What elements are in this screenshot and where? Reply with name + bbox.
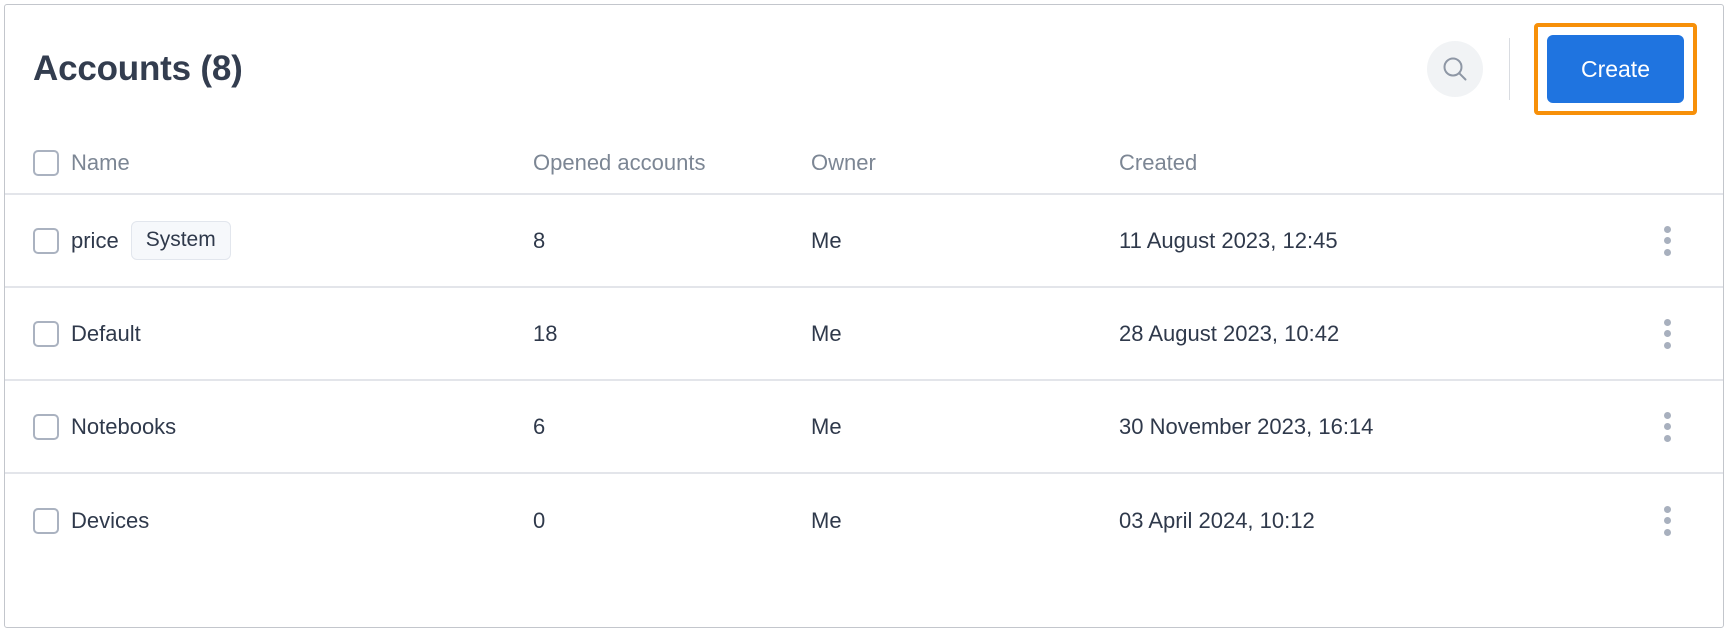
- row-select-cell: [33, 227, 71, 254]
- column-header-name[interactable]: Name: [71, 150, 130, 176]
- row-more-options-icon[interactable]: [1654, 505, 1680, 536]
- card-header: Accounts (8) Create: [5, 5, 1723, 133]
- search-button[interactable]: [1426, 41, 1483, 97]
- column-header-owner[interactable]: Owner: [811, 150, 876, 175]
- row-checkbox[interactable]: [33, 413, 59, 440]
- row-name-cell: Notebooks: [71, 414, 533, 440]
- table-row[interactable]: Notebooks 6 Me 30 November 2023, 16:14: [5, 381, 1723, 474]
- row-owner: Me: [811, 227, 842, 253]
- row-opened-accounts: 18: [533, 320, 558, 346]
- row-checkbox[interactable]: [33, 320, 59, 347]
- table-row[interactable]: Default 18 Me 28 August 2023, 10:42: [5, 288, 1723, 381]
- row-name-cell: Devices: [71, 508, 533, 534]
- row-created: 03 April 2024, 10:12: [1119, 507, 1315, 533]
- row-checkbox[interactable]: [33, 227, 59, 254]
- row-name: price: [71, 227, 119, 253]
- action-divider: [1508, 38, 1510, 100]
- select-all-cell: [33, 150, 71, 176]
- page-title: Accounts (8): [33, 48, 243, 88]
- row-owner: Me: [811, 507, 842, 533]
- table-row[interactable]: Devices 0 Me 03 April 2024, 10:12: [5, 474, 1723, 567]
- row-more-options-icon[interactable]: [1654, 318, 1680, 349]
- row-select-cell: [33, 413, 71, 440]
- row-owner: Me: [811, 320, 842, 346]
- search-icon: [1440, 54, 1470, 84]
- table-row[interactable]: price System 8 Me 11 August 2023, 12:45: [5, 195, 1723, 288]
- row-opened-accounts: 6: [533, 413, 546, 439]
- row-name-cell: price System: [71, 221, 533, 260]
- create-button[interactable]: Create: [1546, 35, 1684, 103]
- row-select-cell: [33, 507, 71, 534]
- row-created: 11 August 2023, 12:45: [1119, 227, 1338, 253]
- row-more-options-icon[interactable]: [1654, 411, 1680, 442]
- page-root: Accounts (8) Create Name Opened accounts…: [0, 0, 1728, 632]
- row-select-cell: [33, 320, 71, 347]
- column-header-opened-accounts[interactable]: Opened accounts: [533, 150, 705, 175]
- row-name: Default: [71, 320, 141, 346]
- create-button-highlight: Create: [1533, 23, 1697, 115]
- header-actions: Create: [1426, 5, 1697, 133]
- row-badge-system: System: [130, 221, 231, 260]
- row-checkbox[interactable]: [33, 507, 59, 534]
- accounts-card: Accounts (8) Create Name Opened accounts…: [4, 4, 1724, 628]
- row-created: 28 August 2023, 10:42: [1119, 320, 1340, 346]
- row-name: Notebooks: [71, 413, 177, 439]
- row-created: 30 November 2023, 16:14: [1119, 413, 1374, 439]
- row-name-cell: Default: [71, 321, 533, 347]
- row-owner: Me: [811, 413, 842, 439]
- row-name: Devices: [71, 507, 150, 533]
- row-opened-accounts: 8: [533, 227, 546, 253]
- row-more-options-icon[interactable]: [1654, 225, 1680, 256]
- select-all-checkbox[interactable]: [33, 150, 59, 176]
- column-header-created[interactable]: Created: [1119, 150, 1197, 175]
- table-header-row: Name Opened accounts Owner Created: [5, 133, 1723, 195]
- accounts-table: Name Opened accounts Owner Created price…: [5, 133, 1723, 567]
- row-opened-accounts: 0: [533, 507, 546, 533]
